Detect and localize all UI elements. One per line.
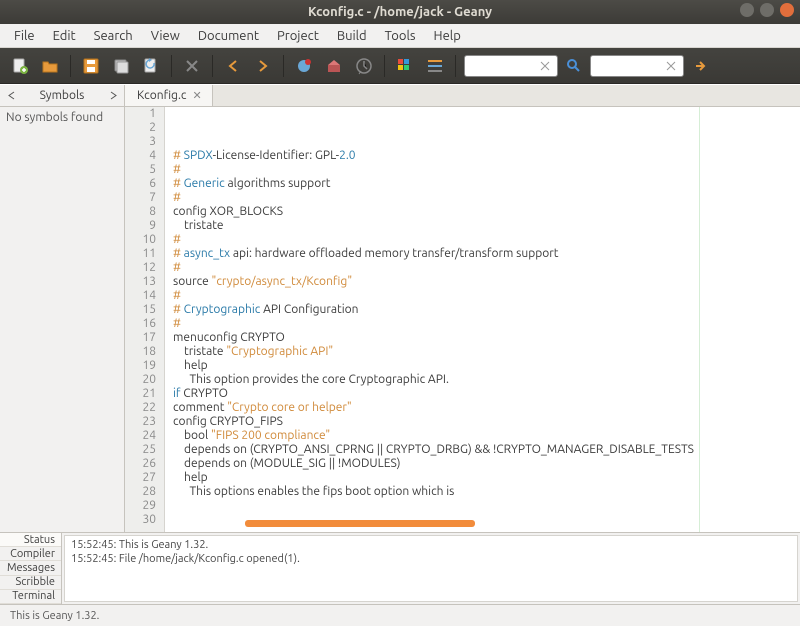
- sidebar-next-button[interactable]: [104, 87, 122, 105]
- editor-area[interactable]: 1234567891011121314151617181920212223242…: [125, 107, 800, 532]
- nav-back-button[interactable]: [221, 54, 245, 78]
- messages-tab-status[interactable]: Status: [0, 533, 61, 547]
- build-button[interactable]: [322, 54, 346, 78]
- close-tab-icon[interactable]: ✕: [192, 89, 201, 102]
- sidebar-prev-button[interactable]: [2, 87, 20, 105]
- sidebar: Symbols No symbols found: [0, 85, 125, 532]
- save-all-button[interactable]: [109, 54, 133, 78]
- messages-tab-compiler[interactable]: Compiler: [0, 547, 61, 561]
- statusbar: This is Geany 1.32.: [0, 604, 800, 626]
- close-button[interactable]: [780, 3, 794, 17]
- open-file-button[interactable]: [38, 54, 62, 78]
- menu-tools[interactable]: Tools: [377, 27, 424, 45]
- window-title: Kconfig.c - /home/jack - Geany: [308, 5, 492, 19]
- messages-tab-messages[interactable]: Messages: [0, 561, 61, 575]
- clear-search-icon[interactable]: [537, 56, 553, 76]
- menu-edit[interactable]: Edit: [45, 27, 84, 45]
- messages-tabs: Status Compiler Messages Scribble Termin…: [0, 533, 62, 604]
- menu-search[interactable]: Search: [86, 27, 141, 45]
- quick-search-field[interactable]: [469, 60, 537, 72]
- menu-build[interactable]: Build: [329, 27, 375, 45]
- menu-project[interactable]: Project: [269, 27, 327, 45]
- document-tab-label: Kconfig.c: [137, 89, 186, 102]
- save-button[interactable]: [79, 54, 103, 78]
- compile-button[interactable]: [292, 54, 316, 78]
- editor-column: Kconfig.c ✕ 1234567891011121314151617181…: [125, 85, 800, 532]
- search-icon[interactable]: [564, 56, 584, 76]
- nav-forward-button[interactable]: [251, 54, 275, 78]
- goto-line-field[interactable]: [595, 60, 663, 72]
- close-file-button[interactable]: [180, 54, 204, 78]
- menu-file[interactable]: File: [6, 27, 43, 45]
- messages-tab-terminal[interactable]: Terminal: [0, 590, 61, 604]
- messages-log[interactable]: 15:52:45: This is Geany 1.32.15:52:45: F…: [64, 535, 798, 602]
- line-gutter: 1234567891011121314151617181920212223242…: [125, 107, 165, 532]
- status-text: This is Geany 1.32.: [10, 610, 99, 622]
- colorpicker-button[interactable]: [393, 54, 417, 78]
- messages-panel: Status Compiler Messages Scribble Termin…: [0, 532, 800, 604]
- main-area: Symbols No symbols found Kconfig.c ✕ 123…: [0, 84, 800, 532]
- new-file-button[interactable]: [8, 54, 32, 78]
- code-content[interactable]: # SPDX-License-Identifier: GPL-2.0## Gen…: [165, 107, 800, 532]
- run-button[interactable]: [352, 54, 376, 78]
- goto-line-input[interactable]: [590, 55, 684, 77]
- clear-goto-icon[interactable]: [663, 56, 679, 76]
- revert-button[interactable]: [139, 54, 163, 78]
- document-tabs: Kconfig.c ✕: [125, 85, 800, 107]
- document-tab-kconfig[interactable]: Kconfig.c ✕: [125, 85, 213, 106]
- titlebar: Kconfig.c - /home/jack - Geany: [0, 0, 800, 24]
- sidebar-body: No symbols found: [0, 107, 124, 532]
- sidebar-tab-symbols[interactable]: Symbols: [22, 87, 102, 104]
- toolbar: [0, 48, 800, 84]
- quick-search-input[interactable]: [464, 55, 558, 77]
- margin-guide: [699, 107, 700, 532]
- preferences-button[interactable]: [423, 54, 447, 78]
- menu-help[interactable]: Help: [426, 27, 469, 45]
- horizontal-scrollbar[interactable]: [245, 520, 500, 532]
- maximize-button[interactable]: [760, 3, 774, 17]
- messages-tab-scribble[interactable]: Scribble: [0, 576, 61, 590]
- menu-document[interactable]: Document: [190, 27, 267, 45]
- menu-view[interactable]: View: [143, 27, 188, 45]
- menubar: File Edit Search View Document Project B…: [0, 24, 800, 48]
- minimize-button[interactable]: [740, 3, 754, 17]
- goto-icon[interactable]: [690, 56, 710, 76]
